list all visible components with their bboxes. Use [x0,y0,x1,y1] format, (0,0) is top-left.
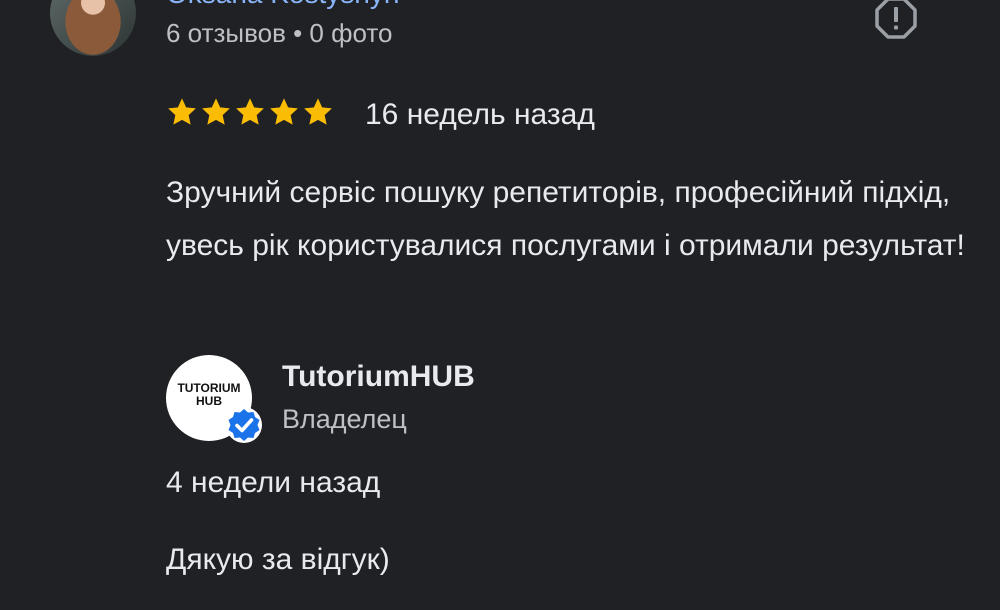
reviewer-meta: 6 отзывов • 0 фото [166,18,393,48]
review-time: 16 недель назад [365,98,595,131]
owner-logo-text: TUTORIUM HUB [177,381,241,408]
reply-text: Дякую за відгук) [166,543,390,576]
owner-role: Владелец [282,404,407,434]
star-icon [304,98,332,125]
star-icon [168,98,196,125]
star-icon [202,98,230,125]
reviewer-avatar[interactable] [50,0,136,56]
star-icon [236,98,264,125]
star-rating [166,96,334,132]
reply-time: 4 недели назад [166,466,381,499]
star-icon [270,98,298,125]
reviewer-name[interactable]: Oksana Kostyshyn [166,0,399,10]
review-text: Зручний сервіс пошуку репетиторів, профе… [166,176,965,262]
verified-badge-icon [226,407,262,443]
owner-name[interactable]: TutoriumHUB [282,360,475,394]
report-icon[interactable] [874,0,918,40]
